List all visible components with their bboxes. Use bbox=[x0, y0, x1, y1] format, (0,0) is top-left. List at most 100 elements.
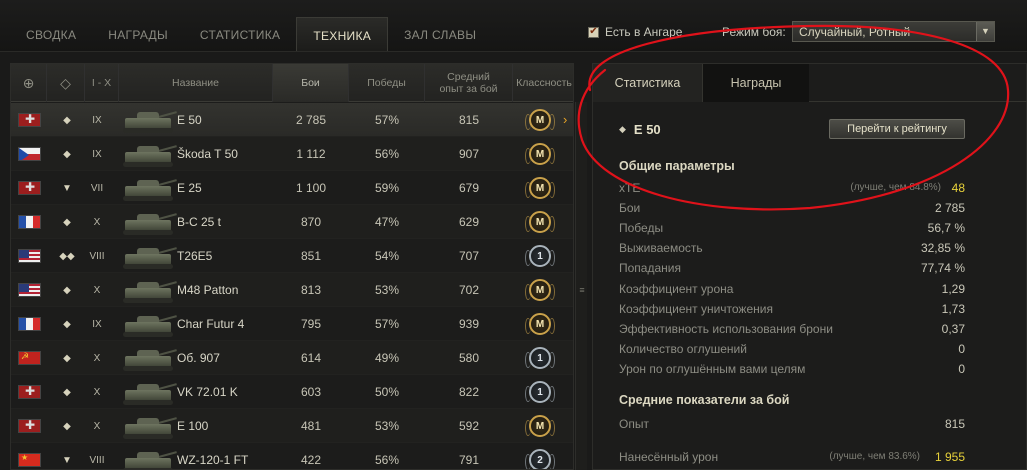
stat-label: Коэффициент урона bbox=[619, 281, 734, 296]
stat-label: Количество оглушений bbox=[619, 341, 747, 356]
stat-percentile-note: (лучше, чем 84.8%) bbox=[850, 182, 941, 193]
vehicle-wins: 56% bbox=[374, 147, 400, 161]
nation-flag bbox=[17, 171, 42, 205]
vehicle-tier: X bbox=[93, 386, 101, 398]
vehicle-tier: VII bbox=[90, 182, 104, 194]
sort-by-battles[interactable]: Бои bbox=[273, 64, 349, 102]
stat-label: Бои bbox=[619, 201, 641, 216]
vehicle-rows: ◆ IX E 50 2 785 57% 815 M › ◆ IX Škoda T… bbox=[11, 103, 573, 469]
scroll-grip-icon[interactable]: ≡ bbox=[578, 286, 586, 300]
vehicle-wins: 57% bbox=[374, 113, 400, 127]
mastery-badge-icon: M bbox=[525, 415, 555, 437]
table-row[interactable]: ◆ IX Škoda T 50 1 112 56% 907 M bbox=[11, 137, 573, 171]
tab-awards[interactable]: НАГРАДЫ bbox=[92, 17, 184, 51]
table-row[interactable]: ◆◆ VIII T26E5 851 54% 707 1 bbox=[11, 239, 573, 273]
vehicle-avg-xp: 707 bbox=[458, 249, 480, 263]
vehicle-class-icon: ◆ bbox=[63, 318, 71, 330]
mastery-badge-cell: 1 bbox=[513, 239, 567, 273]
vehicle-avg-xp: 679 bbox=[458, 181, 480, 195]
vehicle-battles: 422 bbox=[300, 453, 322, 467]
in-hangar-filter[interactable]: ✔ Есть в Ангаре bbox=[588, 25, 682, 39]
vehicle-wins: 57% bbox=[374, 317, 400, 331]
vehicle-class-icon: ◆ bbox=[63, 284, 71, 296]
stat-label: Выживаемость bbox=[619, 241, 703, 256]
tab-hall-of-fame[interactable]: ЗАЛ СЛАВЫ bbox=[388, 17, 492, 51]
vehicle-avg-xp: 702 bbox=[458, 283, 480, 297]
stat-label: xTE bbox=[619, 181, 641, 195]
flag-icon bbox=[18, 113, 41, 127]
selected-tank-title: ◆ E 50 bbox=[619, 122, 661, 137]
tank-icon bbox=[119, 139, 177, 169]
mastery-badge-cell: M bbox=[513, 205, 567, 239]
mastery-badge-cell: 1 bbox=[513, 341, 567, 375]
table-row[interactable]: ◆ X Об. 907 614 49% 580 1 bbox=[11, 341, 573, 375]
vehicle-battles: 1 112 bbox=[296, 147, 326, 161]
stat-value: 1,29 bbox=[941, 281, 965, 296]
vehicle-class-icon: ◆ bbox=[63, 216, 71, 228]
vehicle-tier: X bbox=[93, 216, 101, 228]
tank-thumbnail bbox=[119, 103, 179, 137]
table-row[interactable]: ◆ X M48 Patton 813 53% 702 M bbox=[11, 273, 573, 307]
nation-flag bbox=[17, 103, 42, 137]
vehicle-wins: 49% bbox=[374, 351, 400, 365]
nation-flag bbox=[17, 443, 42, 469]
table-scrollbar[interactable]: ≡ bbox=[575, 102, 587, 470]
table-row[interactable]: ▼ VIII WZ-120-1 FT 422 56% 791 2 bbox=[11, 443, 573, 469]
mastery-badge-cell: 2 bbox=[513, 443, 567, 469]
vehicle-name: T26E5 bbox=[177, 249, 213, 263]
tab-vehicle-awards[interactable]: Награды bbox=[703, 64, 809, 102]
vehicle-avg-xp: 907 bbox=[458, 147, 480, 161]
tab-statistics[interactable]: СТАТИСТИКА bbox=[184, 17, 296, 51]
table-row[interactable]: ◆ X E 100 481 53% 592 M bbox=[11, 409, 573, 443]
sort-by-name[interactable]: Название bbox=[119, 64, 273, 102]
tab-summary[interactable]: СВОДКА bbox=[10, 17, 92, 51]
mastery-badge-icon: 2 bbox=[525, 449, 555, 469]
vehicle-name: VK 72.01 K bbox=[177, 385, 238, 399]
sort-by-tier[interactable]: I - X bbox=[85, 64, 119, 102]
vehicle-wins: 54% bbox=[374, 249, 400, 263]
tab-vehicle-statistics[interactable]: Статистика bbox=[593, 64, 703, 102]
tank-icon bbox=[119, 173, 177, 203]
tank-thumbnail bbox=[119, 375, 179, 409]
vehicle-name: E 100 bbox=[177, 419, 209, 433]
vehicle-wins: 53% bbox=[374, 419, 400, 433]
vehicle-name: B-C 25 t bbox=[177, 215, 222, 229]
tank-thumbnail bbox=[119, 205, 179, 239]
table-row[interactable]: ◆ IX E 50 2 785 57% 815 M › bbox=[11, 103, 573, 137]
go-to-rating-button[interactable]: Перейти к рейтингу bbox=[829, 119, 965, 139]
stat-row: xTE (лучше, чем 84.8%) 48 bbox=[619, 178, 965, 198]
vehicle-avg-xp: 791 bbox=[458, 453, 480, 467]
mastery-badge-icon: M bbox=[525, 211, 555, 233]
sort-by-nation[interactable]: ⊕ bbox=[11, 64, 47, 102]
vehicle-avg-xp: 815 bbox=[458, 113, 480, 127]
table-row[interactable]: ◆ X B-C 25 t 870 47% 629 M bbox=[11, 205, 573, 239]
table-row[interactable]: ◆ IX Char Futur 4 795 57% 939 M bbox=[11, 307, 573, 341]
table-row[interactable]: ◆ X VK 72.01 K 603 50% 822 1 bbox=[11, 375, 573, 409]
sort-by-type[interactable]: ◇ bbox=[47, 64, 85, 102]
nation-flag bbox=[17, 375, 42, 409]
medium-tank-icon: ◆ bbox=[619, 124, 626, 134]
flag-icon bbox=[18, 385, 41, 399]
mastery-badge-icon: M bbox=[525, 313, 555, 335]
vehicle-battles: 614 bbox=[300, 351, 322, 365]
stat-label: Эффективность использования брони bbox=[619, 321, 833, 336]
in-hangar-checkbox[interactable]: ✔ bbox=[588, 26, 599, 38]
vehicle-class-icon: ◆ bbox=[63, 352, 71, 364]
battle-mode-value: Случайный, Ротный bbox=[799, 25, 911, 39]
stat-value: 0 bbox=[958, 361, 965, 376]
sort-by-wins[interactable]: Победы bbox=[349, 64, 425, 102]
nation-flag bbox=[17, 409, 42, 443]
tank-thumbnail bbox=[119, 307, 179, 341]
vehicle-battles: 795 bbox=[300, 317, 322, 331]
vehicle-wins: 53% bbox=[374, 283, 400, 297]
vehicle-wins: 47% bbox=[374, 215, 400, 229]
tab-vehicles[interactable]: ТЕХНИКА bbox=[296, 17, 389, 51]
table-row[interactable]: ▼ VII E 25 1 100 59% 679 M bbox=[11, 171, 573, 205]
sort-by-mastery[interactable]: Классность bbox=[513, 64, 573, 102]
chevron-down-icon[interactable]: ▼ bbox=[976, 22, 994, 41]
stat-row: Попадания 77,74 % bbox=[619, 258, 965, 278]
sort-by-avg-xp[interactable]: Средний опыт за бой bbox=[425, 64, 513, 102]
battle-mode-select[interactable]: Случайный, Ротный ▼ bbox=[792, 21, 995, 42]
stat-label: Нанесённый урон bbox=[619, 450, 719, 464]
nation-flag bbox=[17, 307, 42, 341]
